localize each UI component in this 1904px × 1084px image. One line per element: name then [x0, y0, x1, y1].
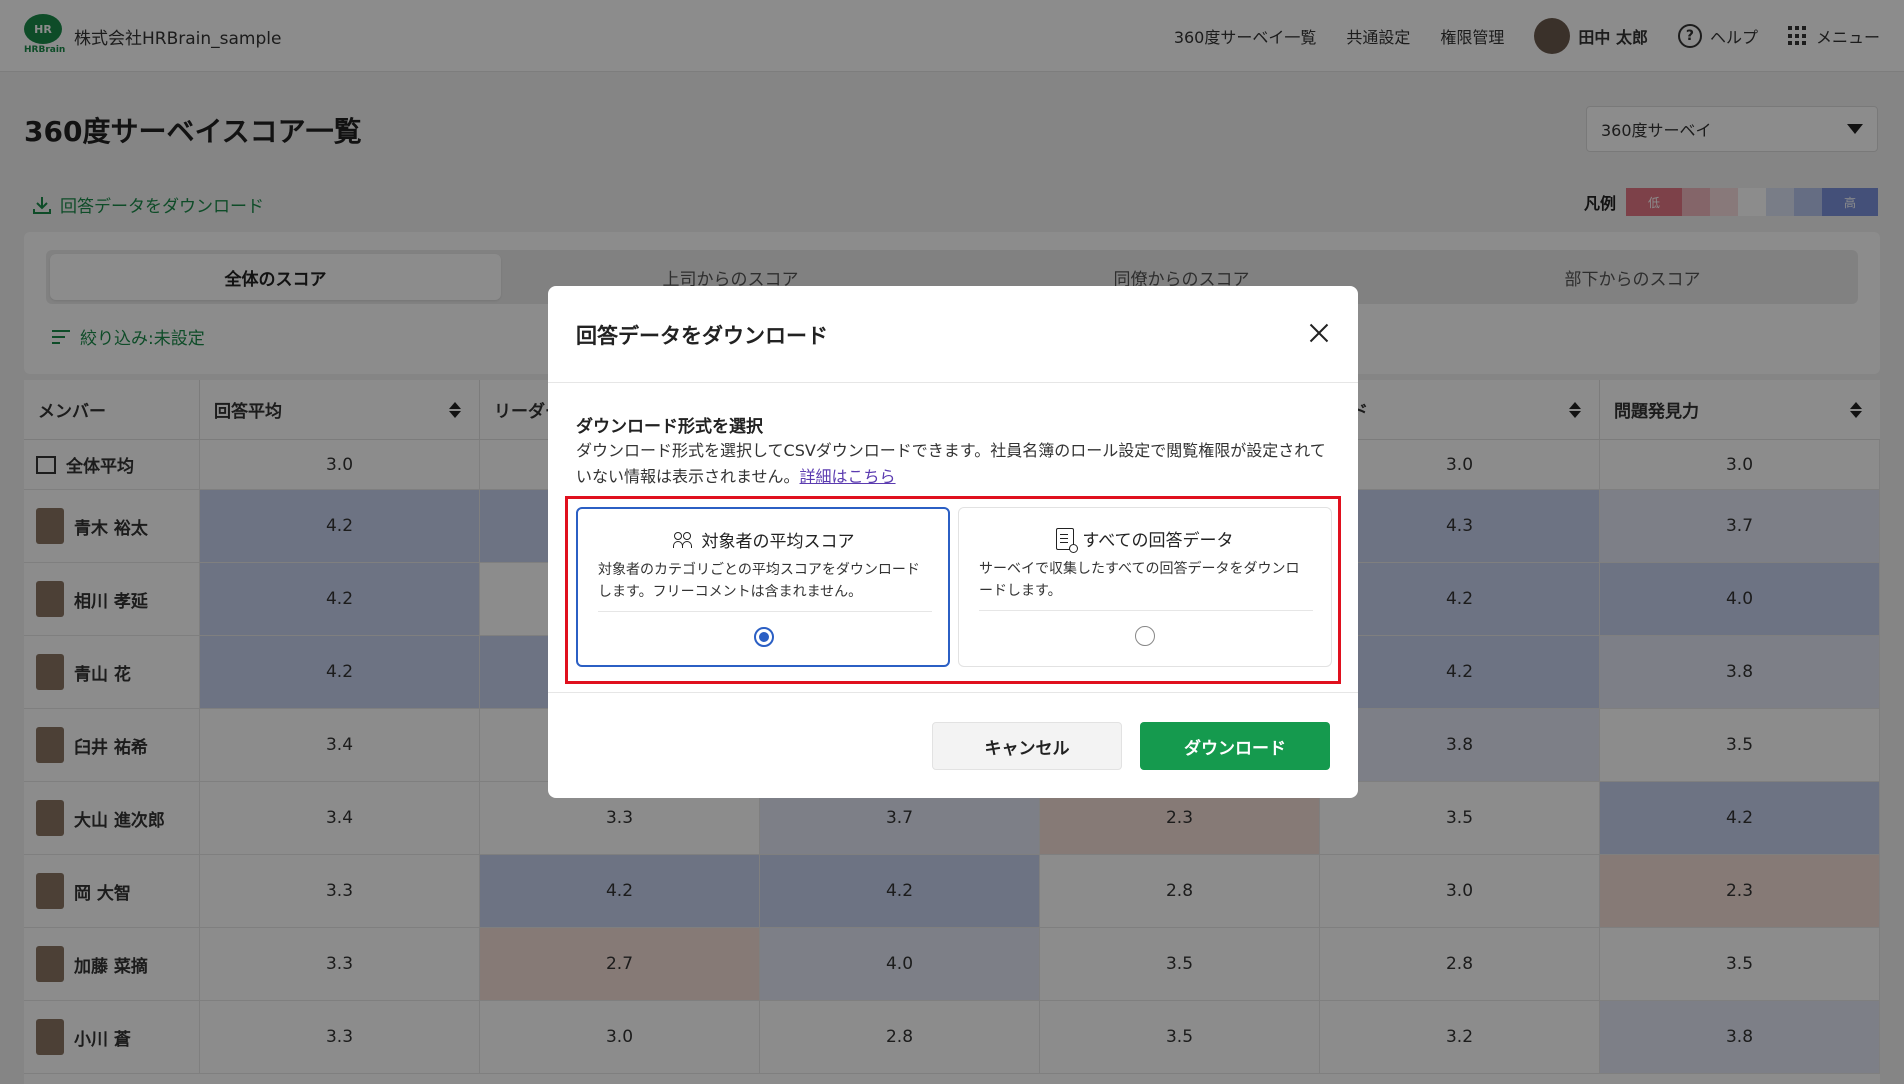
divider: [548, 692, 1358, 693]
divider: [548, 382, 1358, 383]
option-average-score[interactable]: 対象者の平均スコア 対象者のカテゴリごとの平均スコアをダウンロードします。フリー…: [576, 507, 950, 667]
people-icon: [672, 531, 694, 548]
option-description: 対象者のカテゴリごとの平均スコアをダウンロードします。フリーコメントは含まれませ…: [598, 562, 920, 600]
option-title: 対象者の平均スコア: [578, 527, 948, 552]
cancel-button[interactable]: キャンセル: [932, 722, 1122, 770]
format-description: ダウンロード形式を選択してCSVダウンロードできます。社員名簿のロール設定で閲覧…: [576, 441, 1326, 486]
radio-all-responses[interactable]: [1135, 626, 1155, 646]
radio-average-score[interactable]: [754, 627, 774, 647]
close-icon[interactable]: [1308, 322, 1330, 344]
download-button[interactable]: ダウンロード: [1140, 722, 1330, 770]
divider: [598, 611, 932, 612]
option-all-responses[interactable]: すべての回答データ サーベイで収集したすべての回答データをダウンロードします。: [958, 507, 1332, 667]
document-search-icon: [1056, 527, 1079, 553]
option-title: すべての回答データ: [959, 526, 1331, 553]
modal-title: 回答データをダウンロード: [576, 324, 828, 348]
format-heading: ダウンロード形式を選択: [576, 417, 763, 437]
detail-link[interactable]: 詳細はこちら: [800, 467, 896, 486]
option-description: サーベイで収集したすべての回答データをダウンロードします。: [979, 561, 1300, 599]
divider: [979, 610, 1313, 611]
download-modal: 回答データをダウンロード ダウンロード形式を選択 ダウンロード形式を選択してCS…: [548, 286, 1358, 798]
